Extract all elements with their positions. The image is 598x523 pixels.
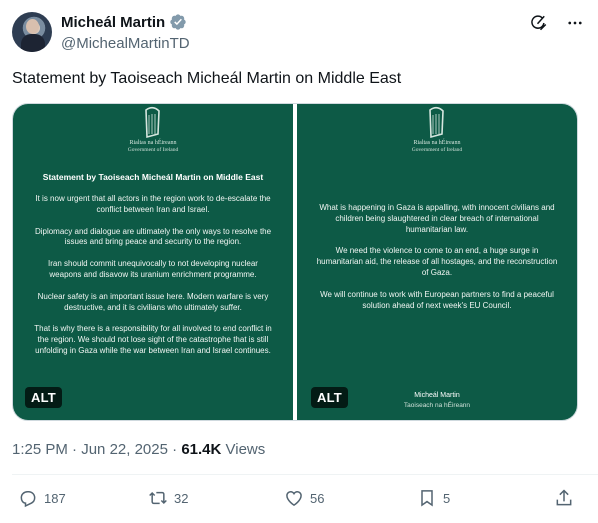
statement-paragraph: We will continue to work with European p… bbox=[320, 289, 554, 310]
gov-irish-wordmark: Rialtas na hÉireann bbox=[413, 140, 461, 146]
avatar-suit bbox=[21, 34, 45, 52]
reply-icon bbox=[20, 491, 36, 508]
gov-irish-wordmark: Rialtas na hÉireann bbox=[129, 140, 177, 146]
statement-title: Statement by Taoiseach Micheál Martin on… bbox=[42, 172, 264, 182]
gov-english-wordmark: Government of Ireland bbox=[411, 147, 463, 153]
harp-icon bbox=[145, 106, 160, 139]
statement-paragraph: What is happening in Gaza is appalling, … bbox=[319, 203, 555, 234]
avatar-face bbox=[26, 19, 39, 34]
header-actions bbox=[528, 12, 586, 34]
tweet-date[interactable]: Jun 22, 2025 bbox=[81, 441, 168, 458]
more-icon[interactable] bbox=[564, 12, 586, 34]
statement-paragraphs: It is now urgent that all actors in the … bbox=[31, 194, 275, 368]
author-name[interactable]: Micheál Martin bbox=[61, 14, 165, 31]
share-icon bbox=[556, 489, 572, 506]
alt-text-badge[interactable]: ALT bbox=[310, 387, 348, 408]
gov-english-wordmark: Government of Ireland bbox=[127, 147, 179, 153]
action-bar: 187 32 56 5 bbox=[18, 488, 578, 514]
views-count: 61.4K bbox=[181, 441, 222, 458]
tweet-header: Micheál Martin @MichealMartinTD bbox=[12, 12, 586, 54]
repost-count: 32 bbox=[174, 490, 189, 506]
meta-separator: · bbox=[172, 441, 178, 458]
tweet-time[interactable]: 1:25 PM bbox=[12, 441, 68, 458]
statement-paragraphs: What is happening in Gaza is appalling, … bbox=[315, 203, 559, 322]
statement-image-left[interactable]: Rialtas na hÉireann Government of Irelan… bbox=[13, 104, 293, 420]
tweet-text: Statement by Taoiseach Micheál Martin on… bbox=[12, 70, 402, 87]
repost-button[interactable]: 32 bbox=[148, 488, 188, 508]
like-button[interactable]: 56 bbox=[284, 488, 324, 508]
statement-paragraph: Iran should commit unequivocally to not … bbox=[48, 259, 258, 279]
avatar[interactable] bbox=[12, 12, 52, 52]
meta-separator: · bbox=[72, 441, 78, 458]
statement-paragraph: It is now urgent that all actors in the … bbox=[35, 194, 271, 214]
media-gallery[interactable]: Rialtas na hÉireann Government of Irelan… bbox=[12, 103, 578, 421]
alt-text-badge[interactable]: ALT bbox=[25, 387, 62, 408]
statement-paragraph: That is why there is a responsibility fo… bbox=[34, 324, 272, 355]
tweet-meta: 1:25 PM · Jun 22, 2025 · 61.4K Views bbox=[12, 441, 265, 458]
divider bbox=[12, 474, 598, 475]
bookmark-count: 5 bbox=[443, 490, 451, 506]
statement-paragraph: We need the violence to come to an end, … bbox=[316, 246, 558, 277]
verified-badge-icon bbox=[170, 14, 186, 30]
author-handle[interactable]: @MichealMartinTD bbox=[61, 35, 190, 52]
views-label: Views bbox=[225, 441, 266, 458]
statement-paragraph: Nuclear safety is an important issue her… bbox=[37, 291, 269, 312]
harp-icon bbox=[429, 106, 444, 139]
like-count: 56 bbox=[310, 490, 325, 506]
media-divider bbox=[293, 104, 295, 420]
bookmark-button[interactable]: 5 bbox=[417, 488, 450, 508]
grok-icon[interactable] bbox=[528, 12, 550, 34]
share-button[interactable] bbox=[554, 488, 574, 508]
reply-count: 187 bbox=[44, 490, 66, 506]
repost-icon bbox=[149, 491, 167, 505]
statement-paragraph: Diplomacy and dialogue are ultimately th… bbox=[34, 226, 272, 247]
reply-button[interactable]: 187 bbox=[18, 488, 66, 508]
statement-image-right[interactable]: Rialtas na hÉireann Government of Irelan… bbox=[296, 104, 577, 420]
author-name-row: Micheál Martin bbox=[61, 13, 187, 31]
bookmark-icon bbox=[421, 490, 433, 507]
heart-icon bbox=[286, 490, 302, 506]
